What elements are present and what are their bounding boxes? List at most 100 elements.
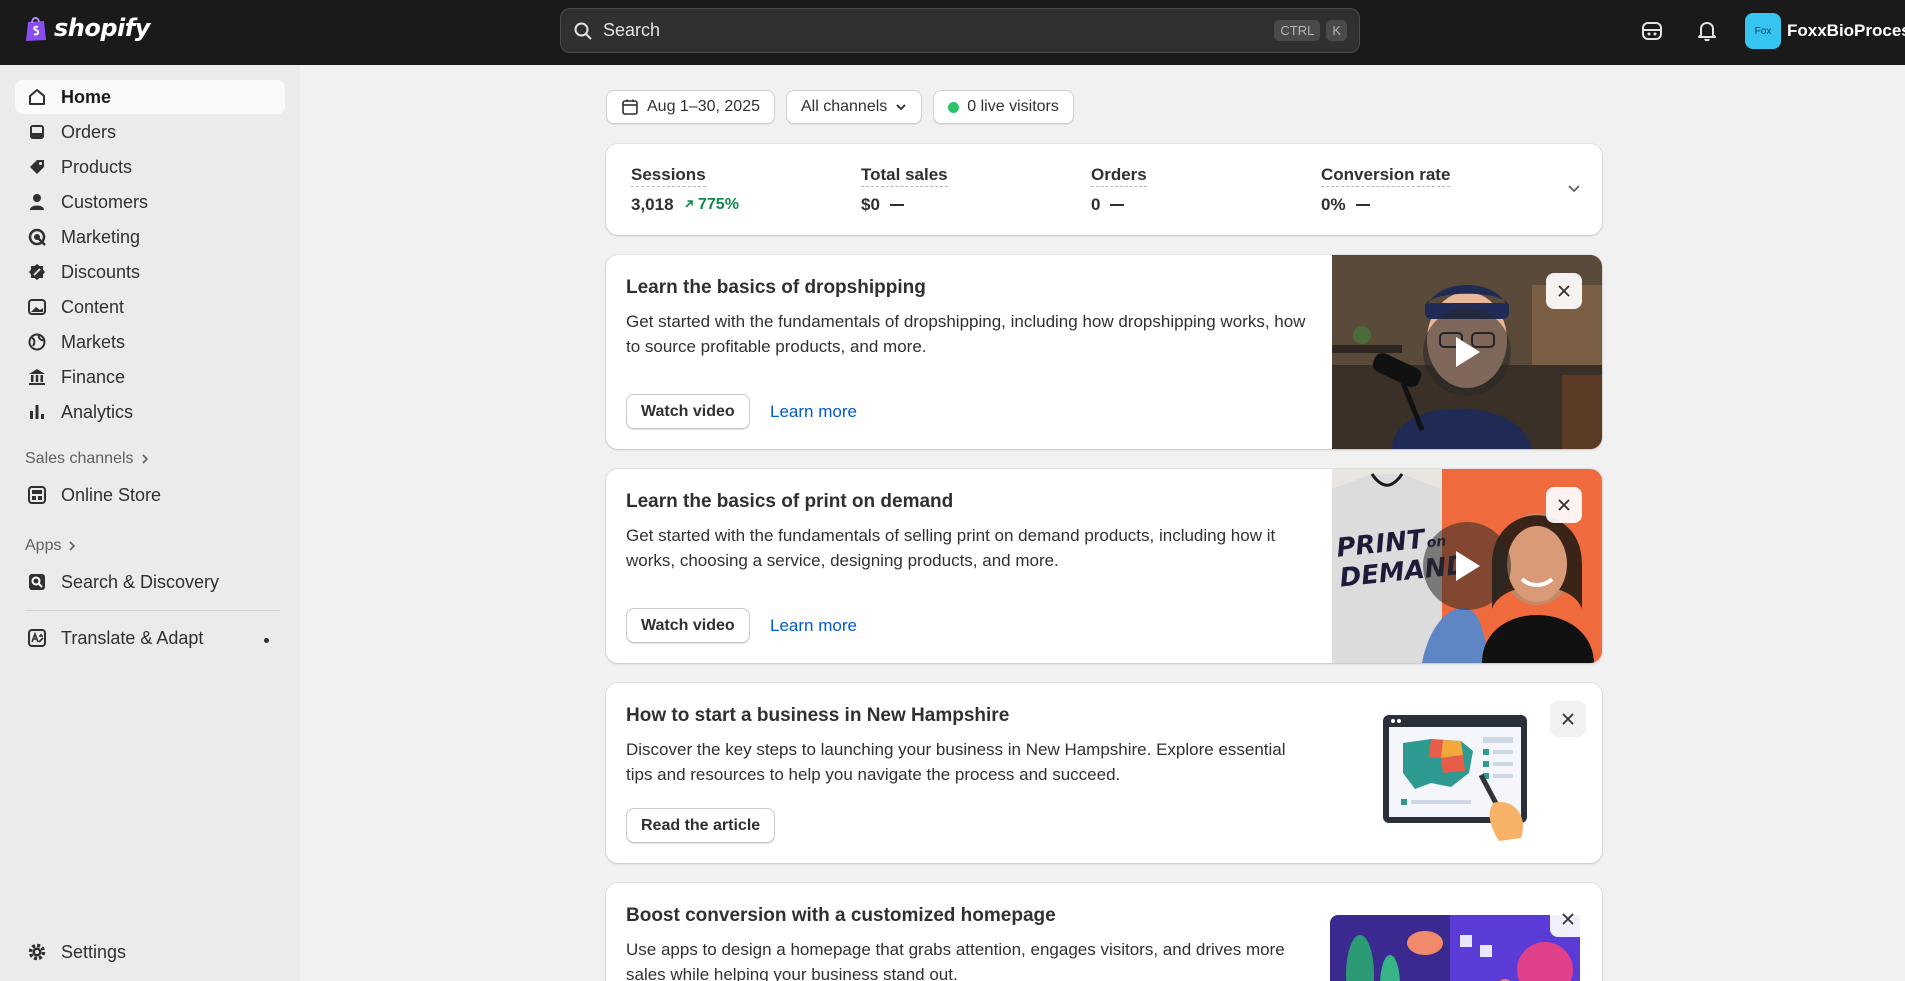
bell-icon	[1698, 22, 1716, 42]
sidebar-item-orders[interactable]: Orders	[15, 115, 285, 149]
store-icon	[28, 486, 46, 504]
play-button[interactable]	[1423, 522, 1511, 610]
read-article-button[interactable]: Read the article	[626, 808, 776, 843]
home-icon	[29, 89, 45, 105]
search-bar[interactable]: Search CTRL K	[560, 8, 1360, 53]
notifications-button[interactable]	[1693, 17, 1721, 45]
learn-more-link[interactable]: Learn more	[770, 616, 857, 636]
metric-value-row: 0	[1091, 195, 1147, 215]
learn-more-link[interactable]: Learn more	[770, 402, 857, 422]
dismiss-card-button[interactable]	[1550, 901, 1586, 937]
metric-conversion-rate[interactable]: Conversion rate 0%	[1321, 165, 1451, 215]
avatar: Fox	[1745, 13, 1781, 49]
apps-label: Apps	[25, 537, 62, 554]
play-button[interactable]	[1423, 308, 1511, 396]
date-range-picker[interactable]: Aug 1–30, 2025	[606, 90, 775, 124]
sidebar-item-products[interactable]: Products	[15, 150, 285, 184]
sales-channels-label: Sales channels	[25, 450, 134, 467]
metric-value: 3,018	[631, 195, 674, 214]
dismiss-card-button[interactable]	[1550, 701, 1586, 737]
sidebar-item-online-store[interactable]: Online Store	[15, 478, 285, 512]
account-menu[interactable]: Fox FoxxBioProcess	[1745, 13, 1905, 49]
metric-value: 0	[1091, 195, 1101, 214]
sidebar-item-search-discovery[interactable]: Search & Discovery	[15, 565, 285, 599]
shortcut-ctrl: CTRL	[1274, 20, 1321, 41]
metric-value-row: $0	[861, 195, 948, 215]
dismiss-card-button[interactable]	[1546, 487, 1582, 523]
channel-label: All channels	[801, 98, 888, 115]
sidebar-item-label: Online Store	[61, 484, 162, 505]
expand-metrics-button[interactable]	[1566, 180, 1582, 201]
no-change-dash	[889, 204, 904, 206]
metric-label: Conversion rate	[1321, 165, 1451, 187]
target-icon	[28, 228, 46, 246]
sidebar-item-marketing[interactable]: Marketing	[15, 220, 285, 254]
apps-header[interactable]: Apps	[25, 537, 77, 555]
sidebar: Home Orders Products Customers Marketing…	[0, 65, 300, 981]
sidebar-item-home[interactable]: Home	[15, 80, 285, 114]
metric-sessions[interactable]: Sessions 3,018 775%	[631, 165, 739, 215]
live-visitors-button[interactable]: 0 live visitors	[933, 90, 1074, 124]
sidebar-item-analytics[interactable]: Analytics	[15, 395, 285, 429]
metric-label: Orders	[1091, 165, 1147, 187]
metric-total-sales[interactable]: Total sales $0	[861, 165, 948, 215]
card-description: Use apps to design a homepage that grabs…	[626, 940, 1285, 981]
channel-select[interactable]: All channels	[786, 90, 923, 124]
sidebar-item-label: Discounts	[61, 261, 141, 282]
filter-bar: Aug 1–30, 2025 All channels 0 live visit…	[606, 90, 1074, 124]
sidebar-item-markets[interactable]: Markets	[15, 325, 285, 359]
sidebar-item-finance[interactable]: Finance	[15, 360, 285, 394]
inbox-icon	[30, 125, 44, 139]
card-description: Get started with the fundamentals of dro…	[626, 312, 1306, 356]
close-icon	[1558, 285, 1570, 297]
watch-video-button[interactable]: Watch video	[626, 394, 750, 429]
sidebar-item-label: Customers	[61, 191, 149, 212]
play-icon	[1456, 551, 1480, 581]
sidebar-item-label: Products	[61, 156, 133, 177]
dropshipping-video-thumbnail[interactable]	[1332, 255, 1602, 449]
search-icon	[574, 22, 592, 40]
play-icon	[1456, 337, 1480, 367]
card-title: Boost conversion with a customized homep…	[626, 905, 1056, 926]
dismiss-card-button[interactable]	[1546, 273, 1582, 309]
sidebar-divider	[25, 610, 280, 611]
search-discovery-icon	[29, 574, 45, 590]
store-name: FoxxBioProcess	[1787, 21, 1905, 40]
sidebar-item-content[interactable]: Content	[15, 290, 285, 324]
person-icon	[30, 194, 44, 210]
shopify-bag-icon	[26, 17, 46, 41]
sidebar-item-discounts[interactable]: Discounts	[15, 255, 285, 289]
logo-text: shopify	[54, 14, 150, 42]
translate-icon	[28, 629, 46, 647]
print-on-demand-card: Learn the basics of print on demand Get …	[606, 469, 1602, 663]
sidebar-item-label: Markets	[61, 331, 126, 352]
watch-video-button[interactable]: Watch video	[626, 608, 750, 643]
shortcut-k: K	[1326, 20, 1347, 41]
card-description: Discover the key steps to launching your…	[626, 740, 1286, 784]
search-placeholder: Search	[603, 20, 661, 40]
homepage-illustration	[1330, 915, 1580, 981]
print-on-demand-video-thumbnail[interactable]: PRINTon DEMAND	[1332, 469, 1602, 663]
live-status-dot	[948, 101, 960, 113]
sidebar-item-settings[interactable]: Settings	[15, 935, 285, 969]
globe-icon	[28, 333, 46, 351]
metric-change-value: 775%	[698, 196, 739, 213]
chevron-down-icon	[896, 104, 906, 111]
sidebar-item-label: Settings	[61, 941, 127, 962]
metric-label: Total sales	[861, 165, 948, 187]
card-title: Learn the basics of print on demand	[626, 491, 954, 512]
chevron-right-icon	[69, 541, 76, 551]
close-icon	[1562, 713, 1574, 725]
sidebar-item-label: Marketing	[61, 226, 141, 247]
sidebar-item-translate-adapt[interactable]: Translate & Adapt	[15, 621, 285, 655]
top-bar: shopify Search CTRL K Fox FoxxBioProcess	[0, 0, 1905, 65]
sidebar-item-customers[interactable]: Customers	[15, 185, 285, 219]
shopify-logo[interactable]: shopify	[24, 14, 150, 42]
customized-homepage-card: Boost conversion with a customized homep…	[606, 883, 1602, 981]
metric-orders[interactable]: Orders 0	[1091, 165, 1147, 215]
sales-channels-header[interactable]: Sales channels	[25, 450, 150, 468]
image-icon	[28, 299, 46, 315]
sidebar-item-label: Finance	[61, 366, 126, 387]
date-range-label: Aug 1–30, 2025	[647, 98, 760, 115]
sidekick-button[interactable]	[1638, 17, 1666, 45]
